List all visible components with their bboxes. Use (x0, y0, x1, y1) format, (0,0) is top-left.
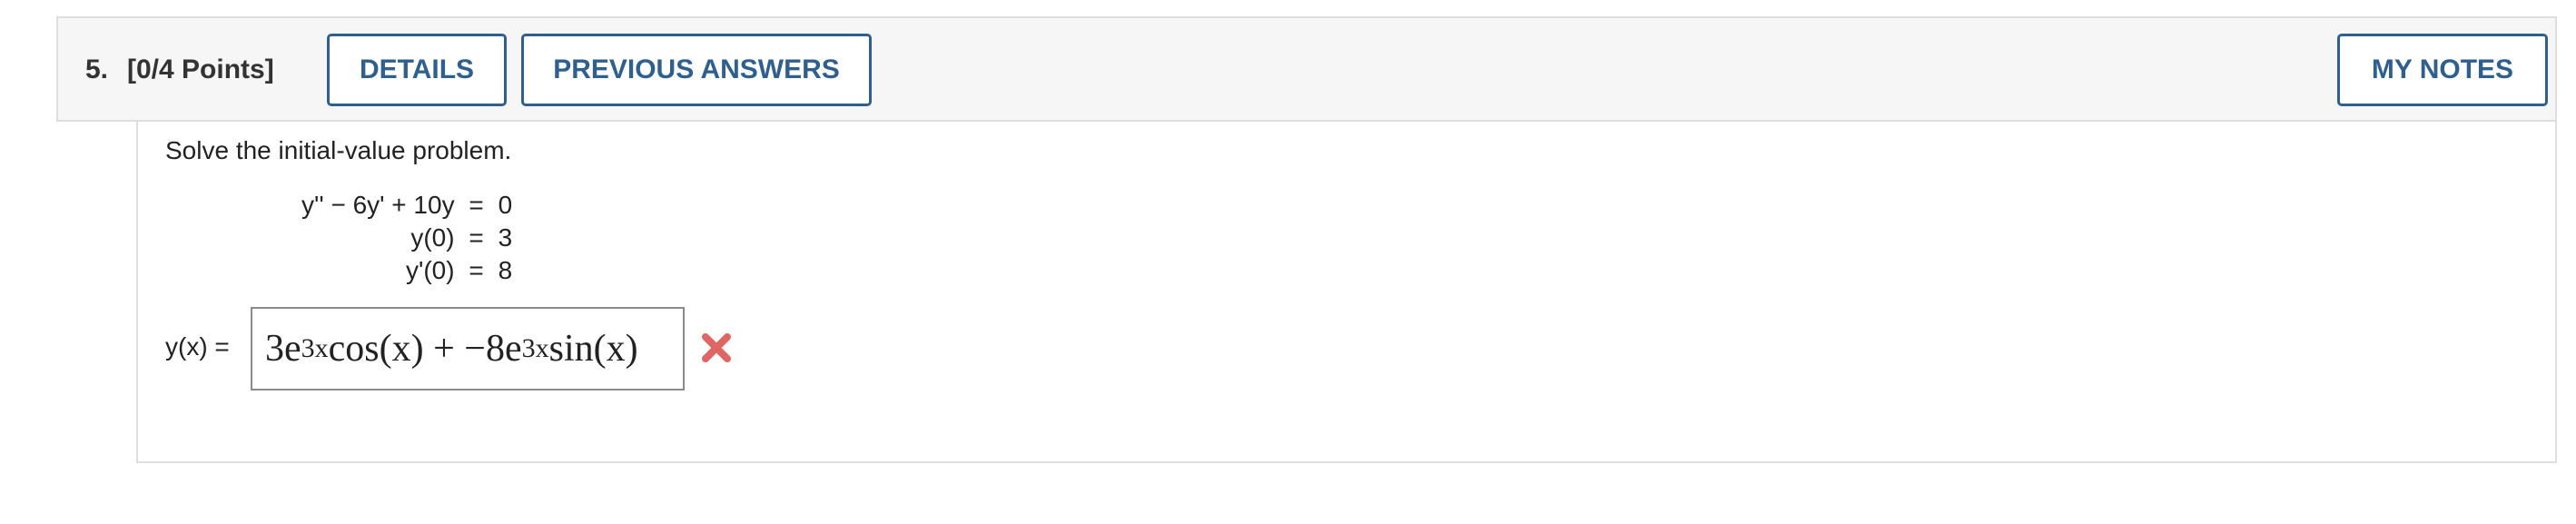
previous-answers-button[interactable]: PREVIOUS ANSWERS (521, 34, 872, 106)
equation-right: 0 (498, 191, 513, 219)
wrong-x-icon (701, 332, 732, 363)
equation-row: y(0) = 3 (301, 222, 512, 254)
question-body: Solve the initial-value problem. y'' − 6… (136, 122, 2557, 463)
equation-left: y(0) (410, 223, 455, 252)
equation-row: y'' − 6y' + 10y = 0 (301, 189, 512, 222)
my-notes-button[interactable]: MY NOTES (2337, 34, 2548, 106)
answer-mid: cos(x) + −8e (328, 328, 522, 370)
answer-tail: sin(x) (548, 328, 638, 370)
equation-right: 3 (498, 223, 513, 252)
answer-input[interactable]: 3e 3x cos(x) + −8e 3x sin(x) (251, 307, 685, 391)
question-points: [0/4 Points] (127, 54, 274, 84)
equation-relation: = (469, 191, 484, 219)
equation-row: y'(0) = 8 (301, 254, 512, 287)
equation-relation: = (469, 256, 484, 284)
details-button[interactable]: DETAILS (327, 34, 507, 106)
equation-left: y'(0) (406, 256, 455, 284)
equation-relation: = (469, 223, 484, 252)
problem-instructions: Solve the initial-value problem. (165, 136, 512, 164)
equation-right: 8 (498, 256, 513, 284)
answer-coef1: 3e (265, 328, 301, 370)
question-header: 5. [0/4 Points] DETAILS PREVIOUS ANSWERS… (56, 16, 2557, 122)
answer-label: y(x) = (165, 332, 230, 361)
question-number: 5. (85, 54, 109, 84)
equation-system: y'' − 6y' + 10y = 0 y(0) = 3 y'(0) = 8 (301, 189, 512, 287)
equation-left: y'' − 6y' + 10y (301, 191, 455, 219)
